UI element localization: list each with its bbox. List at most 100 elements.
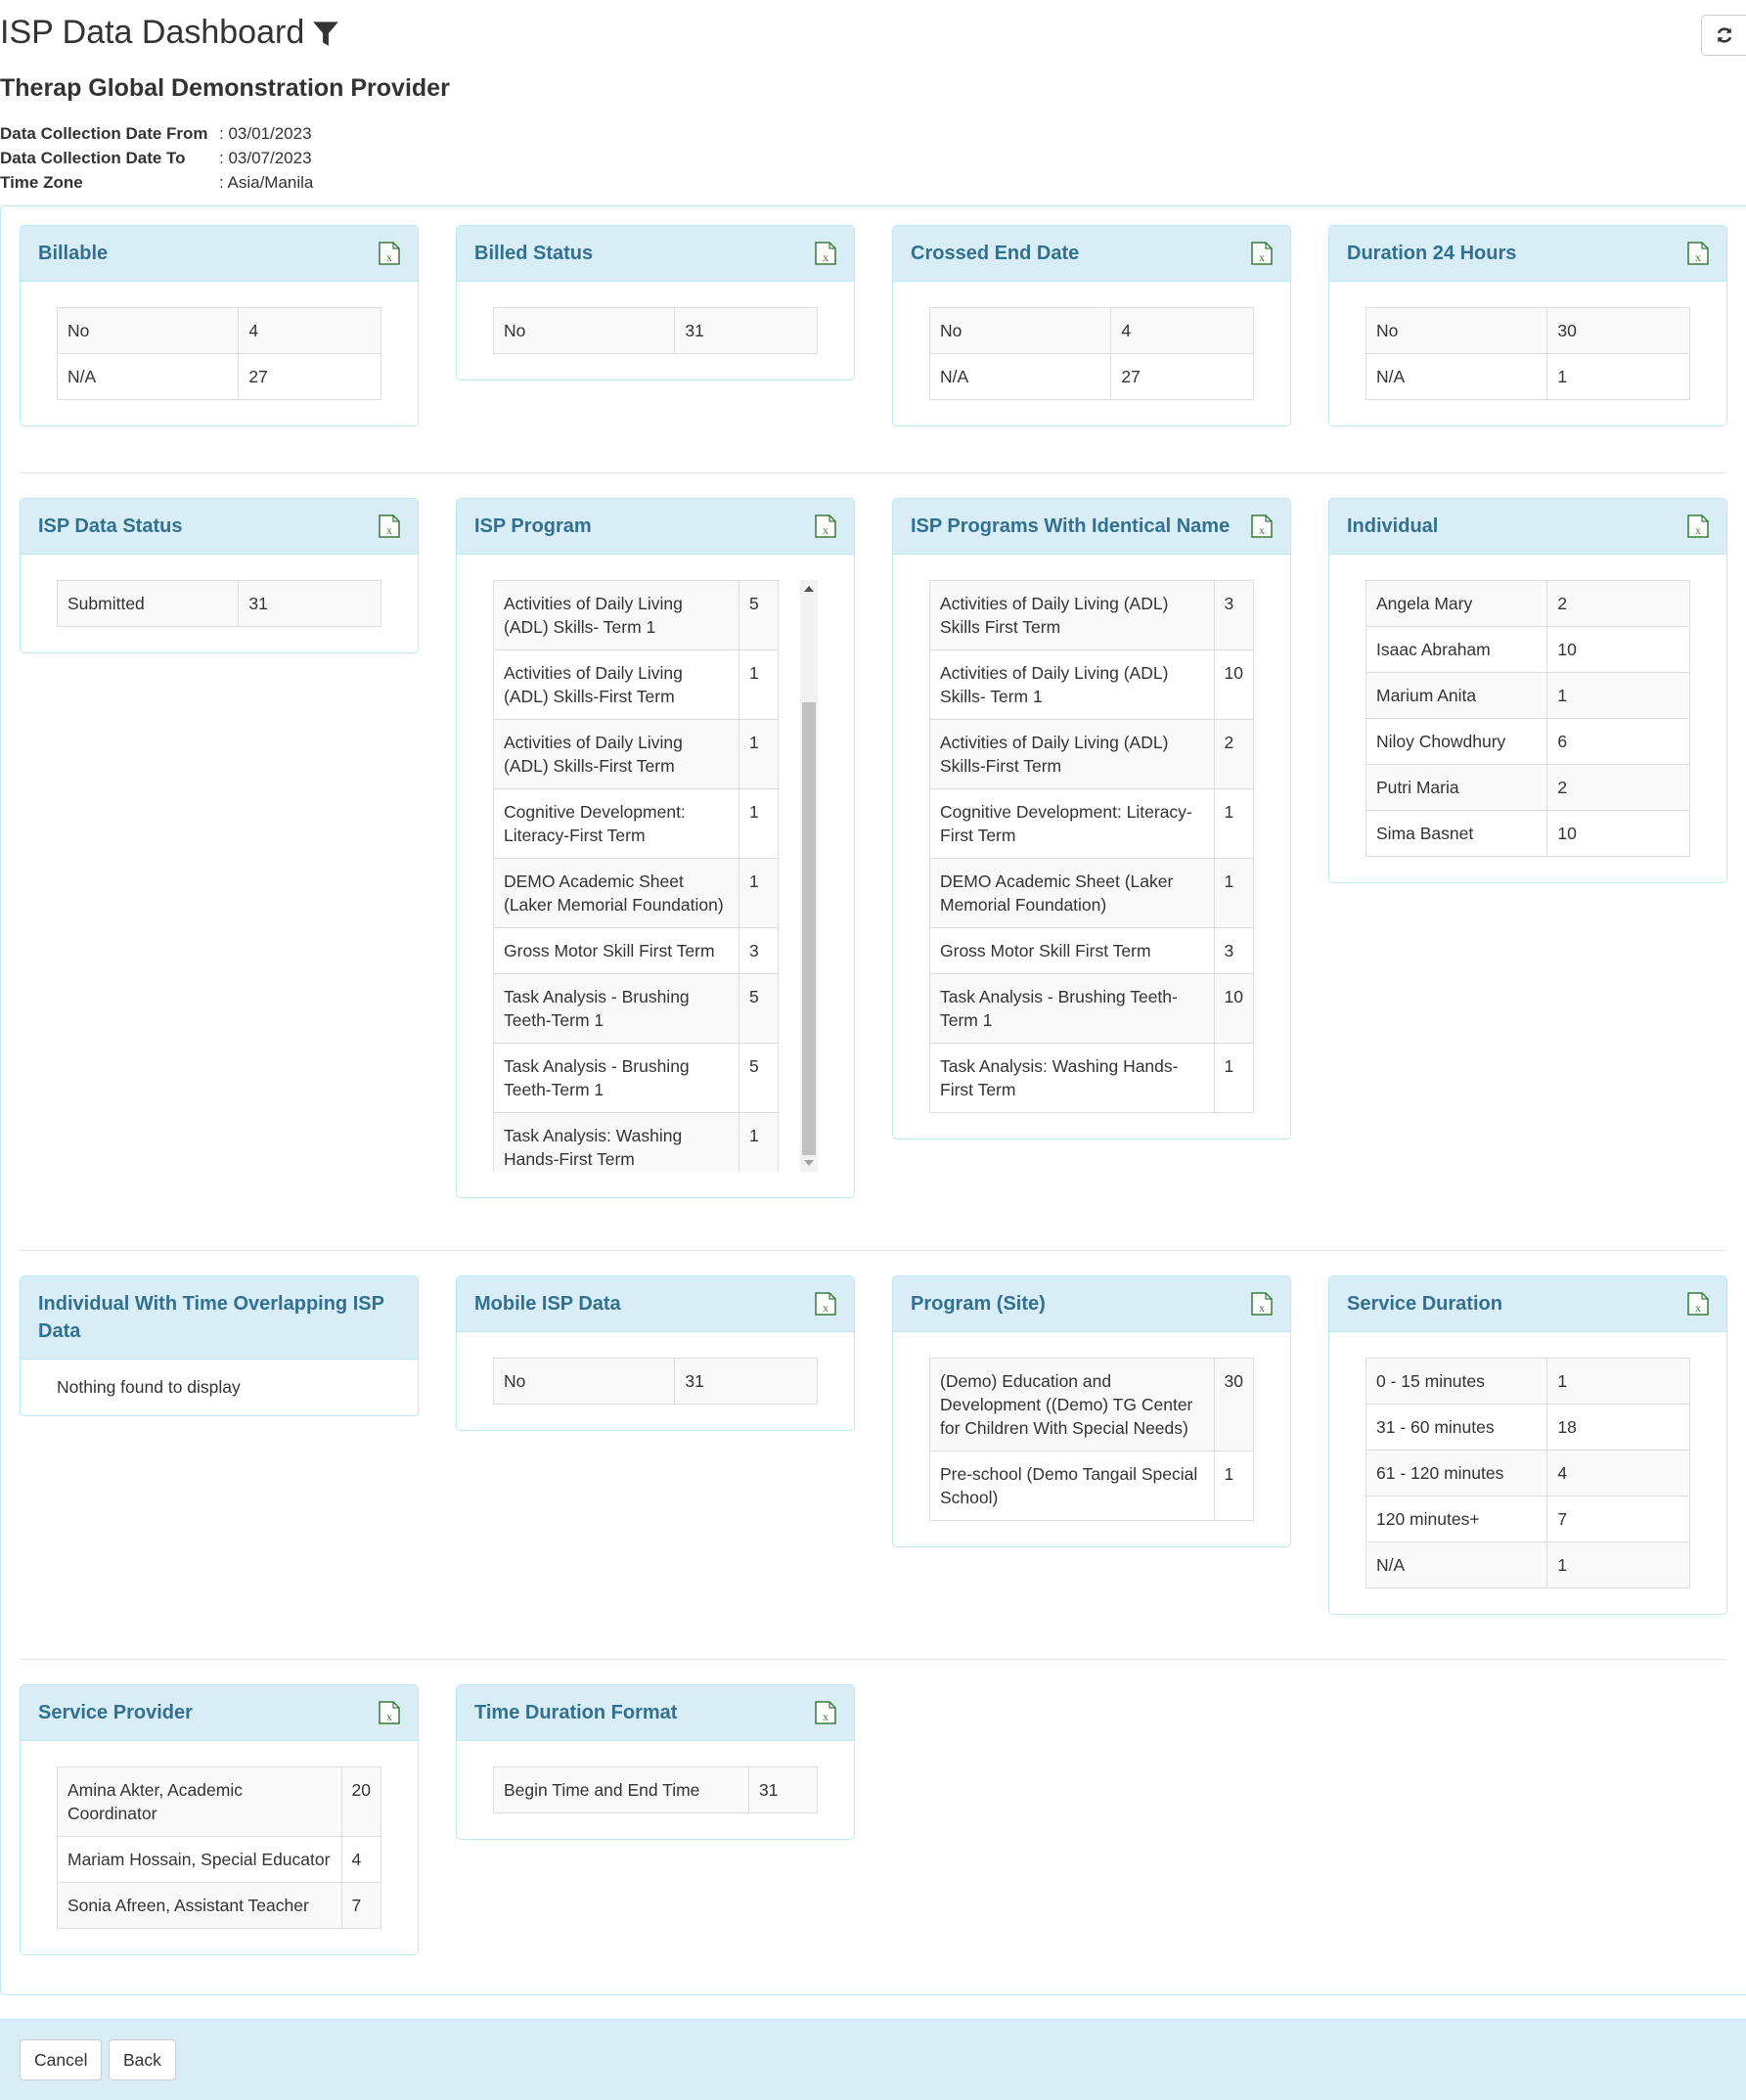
row-label: Task Analysis: Washing Hands-First Term [929, 1043, 1215, 1113]
excel-file-icon[interactable]: x [379, 1701, 400, 1724]
panel-program-site: Program (Site) x (Demo) Education and Deve… [892, 1275, 1291, 1547]
divider [20, 1250, 1726, 1251]
row-label: Begin Time and End Time [493, 1766, 749, 1813]
table-row: Putri Maria 2 [1365, 764, 1690, 811]
table-row: Task Analysis - Brushing Teeth-Term 1 10 [929, 973, 1255, 1044]
row-label: (Demo) Education and Development ((Demo)… [929, 1358, 1215, 1452]
table-row: N/A 1 [1365, 353, 1690, 400]
row-count: 10 [1213, 649, 1255, 720]
table-row: Sima Basnet 10 [1365, 810, 1690, 857]
panel-row: ISP Data Status x Submitted 31 ISP Program x A… [20, 498, 1727, 1198]
table-row: DEMO Academic Sheet (Laker Memorial Foun… [929, 858, 1255, 928]
excel-file-icon[interactable]: x [379, 242, 400, 265]
row-label: Task Analysis: Washing Hands-First Term [493, 1112, 739, 1172]
row-count: 1 [739, 649, 779, 720]
panel-isp-programs-with-identical-name: ISP Programs With Identical Name x Activit… [892, 498, 1291, 1139]
table-row: Isaac Abraham 10 [1365, 626, 1690, 673]
report-meta: Data Collection Date From: 03/01/2023 Da… [0, 121, 313, 195]
row-label: Pre-school (Demo Tangail Special School) [929, 1451, 1215, 1521]
row-label: DEMO Academic Sheet (Laker Memorial Foun… [929, 858, 1215, 928]
table-row: Cognitive Development: Literacy-First Te… [929, 788, 1255, 859]
row-count: 3 [1213, 580, 1255, 650]
excel-file-icon[interactable]: x [1687, 514, 1709, 538]
row-count: 4 [1546, 1450, 1690, 1497]
excel-file-icon[interactable]: x [1251, 242, 1273, 265]
panel-service-duration: Service Duration x 0 - 15 minutes 1 31 - 60 … [1328, 1275, 1727, 1615]
row-label: Activities of Daily Living (ADL) Skills-… [493, 649, 739, 720]
table-row: Task Analysis: Washing Hands-First Term 1 [929, 1043, 1255, 1113]
svg-text:x: x [386, 250, 392, 264]
summary-table: (Demo) Education and Development ((Demo)… [929, 1358, 1255, 1521]
row-label: Activities of Daily Living (ADL) Skills-… [493, 719, 739, 789]
row-label: Putri Maria [1365, 764, 1548, 811]
row-label: Activities of Daily Living (ADL) Skills … [929, 580, 1215, 650]
excel-file-icon[interactable]: x [815, 242, 836, 265]
row-label: Task Analysis - Brushing Teeth-Term 1 [493, 1043, 739, 1113]
panel-title: Individual [1347, 515, 1439, 537]
row-label: Cognitive Development: Literacy-First Te… [929, 788, 1215, 859]
excel-file-icon[interactable]: x [1251, 514, 1273, 538]
table-row: Marium Anita 1 [1365, 672, 1690, 719]
cancel-button[interactable]: Cancel [20, 2039, 103, 2080]
table-row: Task Analysis - Brushing Teeth-Term 15 [493, 1043, 779, 1113]
panel-title: Service Duration [1347, 1293, 1502, 1315]
summary-table: No 31 [492, 1358, 818, 1405]
row-label: Activities of Daily Living (ADL) Skills-… [493, 580, 739, 650]
table-row: N/A 1 [1365, 1541, 1690, 1588]
panel-heading: Service Duration x [1329, 1276, 1726, 1332]
panel-title: ISP Data Status [38, 515, 183, 537]
meta-label: Data Collection Date To [0, 149, 186, 167]
excel-file-icon[interactable]: x [1251, 1292, 1273, 1316]
provider-name: Therap Global Demonstration Provider [0, 74, 450, 102]
table-row: 31 - 60 minutes 18 [1365, 1404, 1690, 1451]
row-count: 2 [1546, 764, 1690, 811]
panel-heading: Time Duration Format x [457, 1685, 854, 1741]
row-count: 1 [739, 858, 779, 928]
panel-row: Service Provider x Amina Akter, Academic C… [20, 1684, 855, 1955]
table-row: Gross Motor Skill First Term 3 [929, 927, 1255, 974]
excel-file-icon[interactable]: x [1687, 1292, 1709, 1316]
scroll-up-arrow-icon[interactable] [804, 586, 814, 592]
panel-heading: Program (Site) x [893, 1276, 1290, 1332]
table-row: Submitted 31 [56, 580, 381, 627]
scroll-area[interactable]: Activities of Daily Living (ADL) Skills-… [493, 580, 818, 1172]
scroll-down-arrow-icon[interactable] [804, 1160, 814, 1166]
scrollbar[interactable] [800, 580, 818, 1172]
row-label: 31 - 60 minutes [1365, 1404, 1548, 1451]
row-count: 31 [748, 1766, 818, 1813]
row-count: 1 [739, 788, 779, 859]
table-row: Mariam Hossain, Special Educator 4 [57, 1836, 382, 1883]
row-count: 6 [1546, 718, 1690, 765]
row-count: 4 [1110, 307, 1254, 354]
table-row: Activities of Daily Living (ADL) Skills-… [493, 580, 779, 650]
row-label: Isaac Abraham [1365, 626, 1548, 673]
row-count: 2 [1546, 580, 1690, 627]
row-count: 1 [1546, 672, 1690, 719]
panel-service-provider: Service Provider x Amina Akter, Academic C… [20, 1684, 419, 1955]
row-count: 30 [1213, 1358, 1255, 1452]
row-label: Activities of Daily Living (ADL) Skills-… [929, 649, 1215, 720]
table-row: Task Analysis - Brushing Teeth-Term 15 [493, 973, 779, 1044]
svg-text:x: x [1695, 523, 1701, 537]
scrollbar-thumb[interactable] [802, 702, 816, 1155]
panel-heading: ISP Program x [457, 499, 854, 555]
row-label: Activities of Daily Living (ADL) Skills-… [929, 719, 1215, 789]
excel-file-icon[interactable]: x [815, 1701, 836, 1724]
row-label: Niloy Chowdhury [1365, 718, 1548, 765]
panel-crossed-end-date: Crossed End Date x No 4 N/A 27 [892, 225, 1291, 426]
excel-file-icon[interactable]: x [815, 1292, 836, 1316]
row-count: 1 [1213, 788, 1255, 859]
panel-title: Program (Site) [911, 1293, 1046, 1315]
refresh-button[interactable] [1701, 15, 1746, 56]
funnel-icon[interactable] [312, 20, 339, 47]
excel-file-icon[interactable]: x [815, 514, 836, 538]
panel-heading: Billable x [21, 226, 418, 282]
panel-time-duration-format: Time Duration Format x Begin Time and End … [456, 1684, 855, 1840]
excel-file-icon[interactable]: x [1687, 242, 1709, 265]
svg-text:x: x [823, 250, 828, 264]
row-label: No [492, 1358, 676, 1405]
row-count: 27 [238, 353, 381, 400]
row-label: Task Analysis - Brushing Teeth-Term 1 [929, 973, 1215, 1044]
excel-file-icon[interactable]: x [379, 514, 400, 538]
back-button[interactable]: Back [109, 2039, 176, 2080]
